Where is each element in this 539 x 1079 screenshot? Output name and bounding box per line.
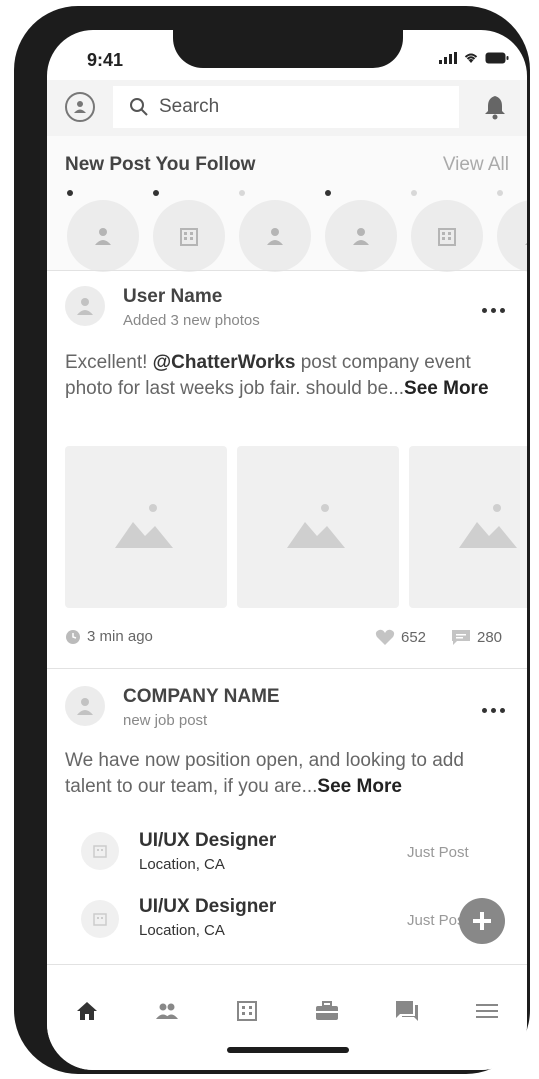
post-author-avatar[interactable] xyxy=(65,286,105,326)
home-indicator[interactable] xyxy=(227,1047,349,1053)
image-placeholder-icon xyxy=(459,504,517,548)
post-subtitle: Added 3 new photos xyxy=(123,312,260,329)
follow-item[interactable] xyxy=(151,190,225,272)
user-icon xyxy=(74,101,86,113)
new-post-dot xyxy=(325,190,331,196)
likes-count-text: 652 xyxy=(401,628,427,646)
view-all-link[interactable]: View All xyxy=(443,154,509,176)
nav-jobs-icon[interactable] xyxy=(313,997,341,1025)
person-icon xyxy=(77,698,93,715)
image-placeholder-icon xyxy=(115,504,173,548)
post-text-intro: Excellent! xyxy=(65,352,153,373)
comment-icon xyxy=(452,630,470,645)
post-time: 3 min ago xyxy=(65,628,153,645)
nav-people-icon[interactable] xyxy=(153,997,181,1025)
job-location: Location, CA xyxy=(139,856,225,873)
phone-frame: 9:41 New Pos xyxy=(14,6,530,1074)
likes-count[interactable]: 652 xyxy=(375,628,426,646)
post-text-body: We have now position open, and looking t… xyxy=(65,750,464,797)
new-post-dot xyxy=(497,190,503,196)
top-header xyxy=(47,80,527,136)
job-company-logo xyxy=(81,832,119,870)
plus-icon xyxy=(473,912,491,930)
post-subtitle: new job post xyxy=(123,712,208,729)
person-icon xyxy=(95,228,111,245)
follow-item[interactable] xyxy=(323,190,397,272)
signal-icon xyxy=(439,52,457,64)
comments-count-text: 280 xyxy=(477,628,503,646)
company-name[interactable]: COMPANY NAME xyxy=(123,686,280,708)
person-icon xyxy=(77,298,93,315)
person-icon xyxy=(267,228,283,245)
battery-icon xyxy=(485,52,509,64)
create-post-button[interactable] xyxy=(459,898,505,944)
follow-avatars-row xyxy=(65,190,527,272)
more-options-button[interactable] xyxy=(482,708,505,713)
post-photo[interactable] xyxy=(65,446,227,608)
post-text: We have now position open, and looking t… xyxy=(65,748,515,800)
nav-company-icon[interactable] xyxy=(233,997,261,1025)
see-more-link[interactable]: See More xyxy=(317,776,401,797)
follow-avatar xyxy=(497,200,527,272)
comments-count[interactable]: 280 xyxy=(451,628,502,646)
follow-avatar xyxy=(239,200,311,272)
post-photo[interactable] xyxy=(237,446,399,608)
clock-icon xyxy=(66,629,80,644)
divider xyxy=(47,668,527,669)
job-location: Location, CA xyxy=(139,922,225,939)
status-icons xyxy=(439,52,509,64)
follow-avatar xyxy=(411,200,483,272)
search-input[interactable] xyxy=(159,96,439,118)
follow-section-title: New Post You Follow xyxy=(65,154,256,175)
status-time: 9:41 xyxy=(87,50,124,70)
new-post-dot xyxy=(411,190,417,196)
job-posted-time: Just Post xyxy=(407,844,469,861)
building-icon xyxy=(438,228,456,246)
screen: 9:41 New Pos xyxy=(47,30,527,1070)
post-photo[interactable] xyxy=(409,446,527,608)
company-avatar[interactable] xyxy=(65,686,105,726)
follow-item[interactable] xyxy=(495,190,527,272)
bottom-nav xyxy=(47,964,527,1070)
profile-avatar-button[interactable] xyxy=(65,92,95,122)
building-icon xyxy=(180,228,198,246)
job-title[interactable]: UI/UX Designer xyxy=(139,830,276,852)
see-more-link[interactable]: See More xyxy=(404,378,488,399)
search-bar[interactable] xyxy=(113,86,459,128)
follow-item[interactable] xyxy=(65,190,139,272)
follow-item[interactable] xyxy=(409,190,483,272)
new-post-dot xyxy=(67,190,73,196)
new-post-dot xyxy=(153,190,159,196)
follow-item[interactable] xyxy=(237,190,311,272)
more-options-button[interactable] xyxy=(482,308,505,313)
building-icon xyxy=(93,845,107,858)
notch xyxy=(173,30,403,68)
notification-bell-icon[interactable] xyxy=(483,94,507,125)
nav-messages-icon[interactable] xyxy=(393,997,421,1025)
person-icon xyxy=(525,242,527,245)
image-placeholder-icon xyxy=(287,504,345,548)
search-icon xyxy=(130,98,148,116)
post-time-text: 3 min ago xyxy=(87,628,153,645)
job-title[interactable]: UI/UX Designer xyxy=(139,896,276,918)
post-author-name[interactable]: User Name xyxy=(123,286,222,308)
building-icon xyxy=(93,913,107,926)
nav-home-icon[interactable] xyxy=(73,997,101,1025)
post-text: Excellent! @ChatterWorks post company ev… xyxy=(65,350,515,402)
heart-icon xyxy=(375,629,395,645)
follow-avatar xyxy=(325,200,397,272)
divider xyxy=(47,270,527,271)
nav-menu-icon[interactable] xyxy=(473,997,501,1025)
follow-avatar xyxy=(67,200,139,272)
mention-link[interactable]: @ChatterWorks xyxy=(153,352,296,373)
job-company-logo xyxy=(81,900,119,938)
person-icon xyxy=(353,228,369,245)
new-post-dot xyxy=(239,190,245,196)
wifi-icon xyxy=(463,52,479,64)
follow-avatar xyxy=(153,200,225,272)
